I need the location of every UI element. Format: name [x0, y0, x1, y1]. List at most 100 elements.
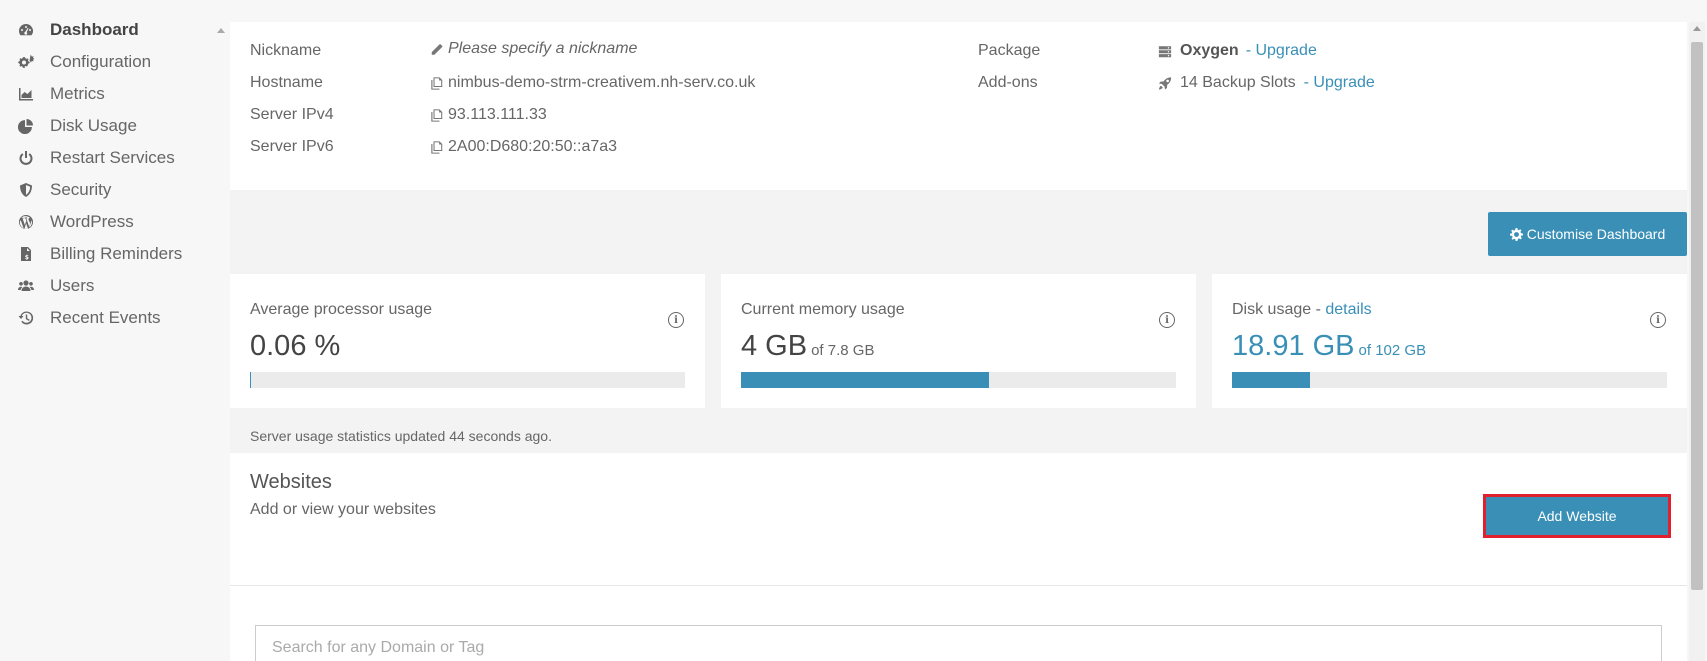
- server-info-panel: Nickname Please specify a nickname Hostn…: [230, 22, 1687, 190]
- disk-usage-bar-fill: [1232, 372, 1311, 388]
- ipv6-label: Server IPv6: [250, 138, 334, 155]
- memory-usage-title: Current memory usage: [741, 301, 905, 318]
- ipv6-text: 2A00:D680:20:50::a7a3: [448, 138, 618, 155]
- addons-value: 14 Backup Slots - Upgrade: [1158, 74, 1375, 92]
- disk-total: of 102 GB: [1358, 342, 1427, 359]
- memory-usage-bar: [741, 372, 1176, 388]
- cogs-icon: [17, 53, 35, 71]
- area-chart-icon: [17, 85, 35, 103]
- sidebar-item-restart-services[interactable]: Restart Services: [17, 146, 175, 170]
- ipv4-label: Server IPv4: [250, 106, 334, 123]
- cpu-usage-bar: [250, 372, 685, 388]
- hostname-label: Hostname: [250, 74, 323, 91]
- disk-details-link[interactable]: details: [1325, 301, 1371, 318]
- package-label: Package: [978, 42, 1041, 59]
- sidebar-item-label: Restart Services: [50, 148, 175, 167]
- package-value: Oxygen - Upgrade: [1158, 42, 1317, 60]
- add-website-label: Add Website: [1537, 508, 1617, 524]
- disk-usage-title-sep: -: [1311, 301, 1326, 318]
- sidebar: Dashboard Configuration Metrics Disk Usa…: [0, 0, 214, 661]
- copy-icon[interactable]: [430, 76, 444, 91]
- ipv4-text: 93.113.111.33: [448, 106, 547, 123]
- invoice-icon: [17, 245, 35, 263]
- main-content: Nickname Please specify a nickname Hostn…: [230, 22, 1687, 661]
- customise-dashboard-label: Customise Dashboard: [1526, 226, 1666, 242]
- ipv4-value: 93.113.111.33: [430, 106, 547, 124]
- sidebar-item-dashboard[interactable]: Dashboard: [17, 18, 139, 42]
- disk-usage-title-text: Disk usage: [1232, 301, 1312, 318]
- copy-icon[interactable]: [430, 140, 444, 155]
- gear-icon: [1509, 227, 1523, 241]
- history-icon: [17, 309, 35, 327]
- hostname-text: nimbus-demo-strm-creativem.nh-serv.co.uk: [448, 74, 756, 91]
- addons-upgrade-link[interactable]: - Upgrade: [1304, 74, 1375, 92]
- disk-usage-title: Disk usage - details: [1232, 301, 1372, 319]
- sidebar-item-label: Disk Usage: [50, 116, 137, 135]
- nickname-placeholder: Please specify a nickname: [448, 40, 638, 57]
- scrollbar-thumb[interactable]: [1691, 42, 1703, 590]
- package-name: Oxygen: [1180, 42, 1239, 59]
- sidebar-item-metrics[interactable]: Metrics: [17, 82, 105, 106]
- websites-section: Websites Add or view your websites Add W…: [230, 453, 1687, 661]
- wordpress-icon: [17, 213, 35, 231]
- sidebar-item-users[interactable]: Users: [17, 274, 94, 298]
- info-icon[interactable]: i: [1159, 312, 1175, 328]
- memory-usage-number: 4 GB: [741, 330, 808, 362]
- cpu-usage-number: 0.06 %: [250, 330, 341, 362]
- disk-usage-number: 18.91 GB: [1232, 330, 1355, 362]
- memory-total: of 7.8 GB: [811, 342, 875, 359]
- copy-icon[interactable]: [430, 108, 444, 123]
- shield-icon: [17, 181, 35, 199]
- disk-usage-bar: [1232, 372, 1667, 388]
- domain-search-input[interactable]: [255, 625, 1662, 661]
- info-icon[interactable]: i: [1650, 312, 1666, 328]
- websites-title: Websites: [250, 471, 332, 493]
- sidebar-scroll-up-icon[interactable]: [217, 28, 225, 33]
- sidebar-item-label: WordPress: [50, 212, 134, 231]
- sidebar-item-security[interactable]: Security: [17, 178, 111, 202]
- sidebar-item-recent-events[interactable]: Recent Events: [17, 306, 161, 330]
- info-icon[interactable]: i: [668, 312, 684, 328]
- divider: [230, 585, 1687, 586]
- sidebar-item-label: Metrics: [50, 84, 105, 103]
- websites-subtitle: Add or view your websites: [250, 501, 436, 518]
- sidebar-item-label: Recent Events: [50, 308, 161, 327]
- nickname-label: Nickname: [250, 42, 322, 59]
- pencil-icon: [431, 43, 443, 55]
- hostname-value: nimbus-demo-strm-creativem.nh-serv.co.uk: [430, 74, 755, 92]
- nickname-field[interactable]: Please specify a nickname: [430, 40, 637, 58]
- rocket-icon: [1158, 76, 1172, 90]
- sidebar-item-label: Configuration: [50, 52, 152, 71]
- page-scrollbar[interactable]: [1689, 22, 1705, 661]
- users-icon: [17, 277, 35, 295]
- memory-usage-value: 4 GB of 7.8 GB: [741, 330, 874, 363]
- memory-usage-card: Current memory usage 4 GB of 7.8 GB i: [721, 274, 1196, 408]
- sidebar-item-configuration[interactable]: Configuration: [17, 50, 151, 74]
- stats-updated-note: Server usage statistics updated 44 secon…: [250, 428, 552, 444]
- cpu-usage-card: Average processor usage 0.06 % i: [230, 274, 705, 408]
- sidebar-item-billing-reminders[interactable]: Billing Reminders: [17, 242, 182, 266]
- addons-text: 14 Backup Slots: [1180, 74, 1296, 91]
- sidebar-item-label: Dashboard: [50, 20, 139, 39]
- cpu-usage-bar-fill: [250, 372, 251, 388]
- sidebar-item-label: Billing Reminders: [50, 244, 183, 263]
- sidebar-item-label: Users: [50, 276, 95, 295]
- add-website-button[interactable]: Add Website: [1483, 494, 1671, 538]
- power-icon: [17, 149, 35, 167]
- sidebar-item-label: Security: [50, 180, 112, 199]
- pie-chart-icon: [17, 117, 35, 135]
- package-upgrade-link[interactable]: - Upgrade: [1246, 42, 1317, 60]
- disk-usage-card: Disk usage - details 18.91 GB of 102 GB i: [1212, 274, 1687, 408]
- sidebar-item-disk-usage[interactable]: Disk Usage: [17, 114, 137, 138]
- ipv6-value: 2A00:D680:20:50::a7a3: [430, 138, 617, 156]
- addons-label: Add-ons: [978, 74, 1038, 91]
- customise-dashboard-button[interactable]: Customise Dashboard: [1488, 212, 1687, 256]
- dashboard-icon: [17, 21, 35, 39]
- memory-usage-bar-fill: [741, 372, 989, 388]
- cpu-usage-title: Average processor usage: [250, 301, 433, 318]
- server-icon: [1158, 45, 1172, 57]
- scroll-up-icon[interactable]: [1693, 26, 1701, 31]
- disk-usage-value: 18.91 GB of 102 GB: [1232, 330, 1426, 363]
- sidebar-item-wordpress[interactable]: WordPress: [17, 210, 134, 234]
- cpu-usage-value: 0.06 %: [250, 330, 340, 363]
